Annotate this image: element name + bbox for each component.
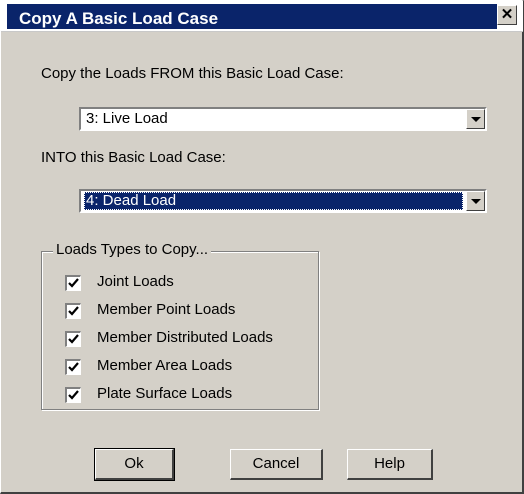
checkbox-label: Member Distributed Loads <box>97 329 273 346</box>
into-dropdown-arrow-icon[interactable] <box>466 191 485 211</box>
checkbox-label: Member Point Loads <box>97 301 236 318</box>
copy-load-case-dialog: Copy A Basic Load Case ✕ Copy the Loads … <box>0 0 524 494</box>
ok-button[interactable]: Ok <box>94 448 175 481</box>
checkbox-box[interactable] <box>65 275 81 291</box>
from-dropdown-arrow-icon[interactable] <box>466 109 485 129</box>
checkbox-box[interactable] <box>65 303 81 319</box>
checkmark-icon <box>68 306 79 316</box>
from-selected-value: 3: Live Load <box>86 110 168 127</box>
checkbox-label: Joint Loads <box>97 273 174 290</box>
cancel-button[interactable]: Cancel <box>230 449 323 480</box>
checkmark-icon <box>68 278 79 288</box>
load-types-legend: Loads Types to Copy... <box>53 241 212 259</box>
checkmark-icon <box>68 334 79 344</box>
from-load-case-select[interactable]: 3: Live Load <box>79 107 487 131</box>
checkbox-box[interactable] <box>65 331 81 347</box>
checkbox-label: Member Area Loads <box>97 357 233 374</box>
title-bar: Copy A Basic Load Case ✕ <box>1 1 523 32</box>
checkbox-box[interactable] <box>65 387 81 403</box>
help-button[interactable]: Help <box>347 449 433 480</box>
into-selected-value: 4: Dead Load <box>84 192 463 210</box>
into-label: INTO this Basic Load Case: <box>41 149 226 166</box>
close-icon: ✕ <box>500 6 514 23</box>
checkbox-label: Plate Surface Loads <box>97 385 233 402</box>
checkmark-icon <box>68 390 79 400</box>
from-label: Copy the Loads FROM this Basic Load Case… <box>41 65 344 82</box>
dialog-title: Copy A Basic Load Case <box>19 9 219 28</box>
checkbox-box[interactable] <box>65 359 81 375</box>
checkmark-icon <box>68 362 79 372</box>
title-strip: Copy A Basic Load Case <box>7 4 497 29</box>
close-button[interactable]: ✕ <box>497 5 517 25</box>
into-load-case-select[interactable]: 4: Dead Load <box>79 189 487 213</box>
